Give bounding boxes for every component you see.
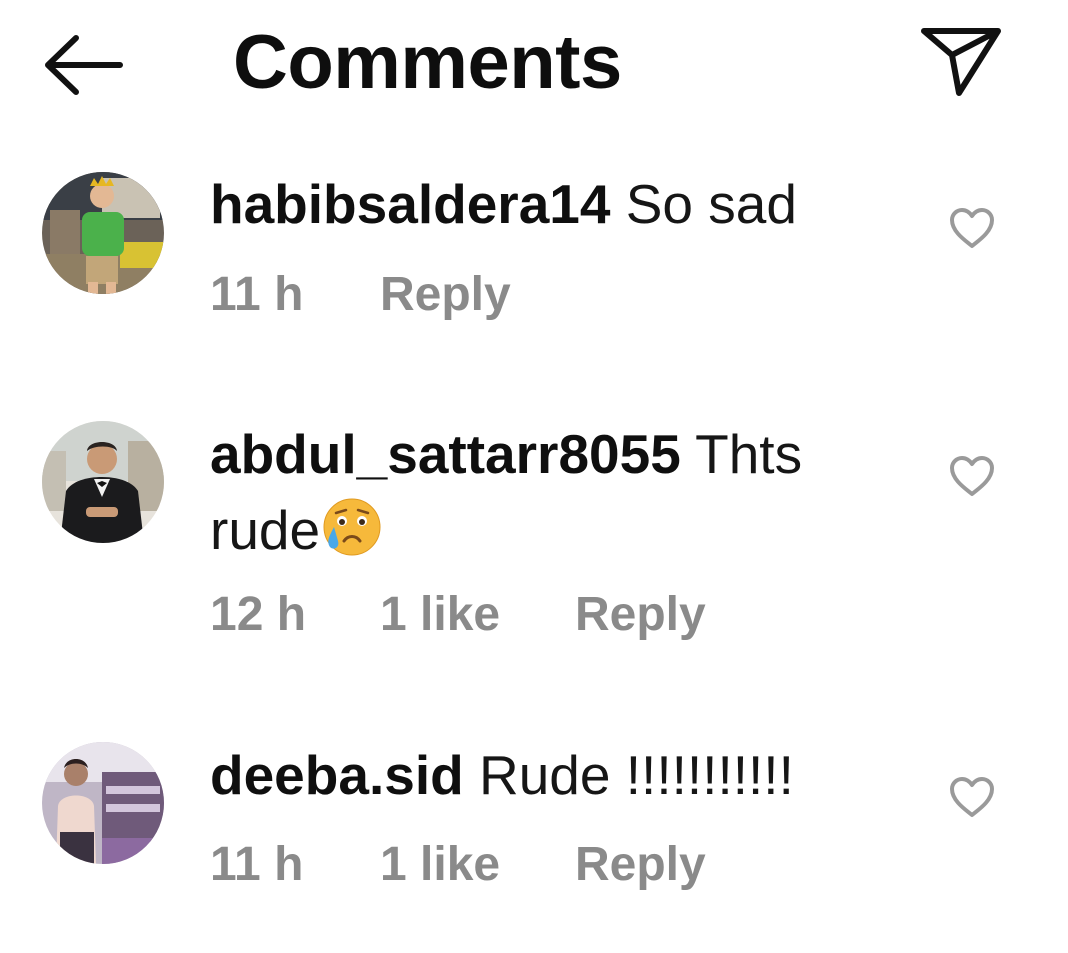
arrow-left-icon[interactable] [40,32,124,98]
comment-body: So sad [625,173,797,235]
avatar[interactable] [42,421,164,543]
comment-meta: 11 h 1 like Reply [210,835,706,895]
header-bar: Comments [0,0,1068,130]
comment-username[interactable]: deeba.sid [210,744,464,806]
likes-count[interactable]: 1 like [380,835,575,895]
comment-time: 12 h [210,588,307,641]
heart-icon[interactable] [948,454,996,498]
page-title: Comments [233,20,622,105]
reply-button[interactable]: Reply [575,585,706,645]
comment-body: Rude !!!!!!!!!!! [479,744,794,806]
comment-time: 11 h [210,838,304,891]
comment-username[interactable]: habibsaldera14 [210,173,610,235]
avatar[interactable] [42,742,164,864]
comment-text: habibsaldera14 So sad [210,166,860,242]
heart-icon[interactable] [948,775,996,819]
comment-meta: 12 h 1 like Reply [210,585,706,645]
paper-plane-icon[interactable] [918,25,1004,99]
comment-time: 11 h [210,268,304,321]
avatar[interactable] [42,172,164,294]
likes-count[interactable]: 1 like [380,585,575,645]
crying-face-emoji [323,498,381,556]
reply-button[interactable]: Reply [380,265,511,325]
reply-button[interactable]: Reply [575,835,706,895]
heart-icon[interactable] [948,206,996,250]
comment-text: deeba.sid Rude !!!!!!!!!!! [210,737,860,813]
comment-meta: 11 h Reply [210,265,511,325]
comment-username[interactable]: abdul_sattarr8055 [210,423,681,485]
comment-text: abdul_sattarr8055 Thts rude [210,416,860,568]
